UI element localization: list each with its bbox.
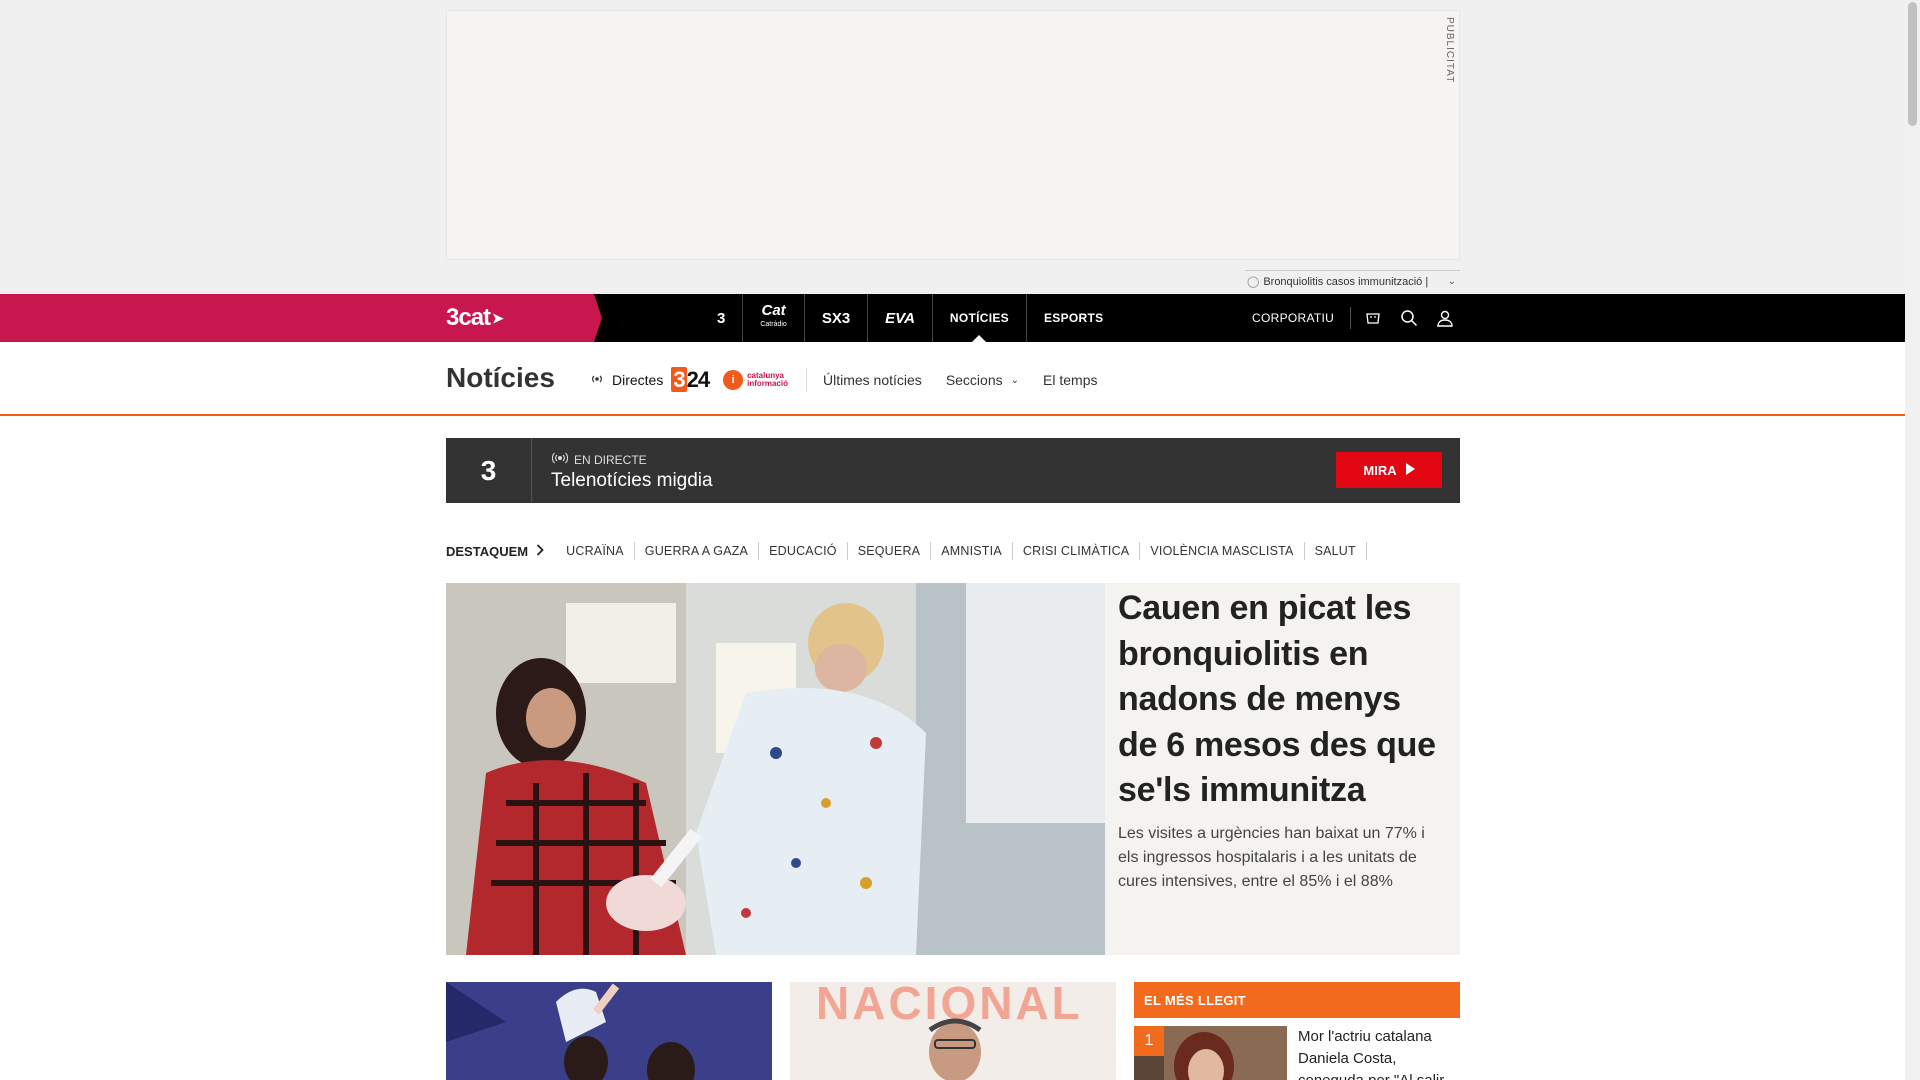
broadcast-icon: [551, 452, 569, 467]
channel-menu: 3 Cat Catràdio SX3 EVA NOTÍCIES ESPORTS: [700, 294, 1120, 342]
section-navigation: Notícies Directes 324 i catalunya inform…: [0, 342, 1905, 416]
most-read-panel: EL MÉS LLEGIT 1 Mor l'actriu catalana Da…: [1134, 982, 1460, 1080]
channel-catradio-logo[interactable]: Cat Catràdio: [743, 294, 805, 342]
most-read-heading: EL MÉS LLEGIT: [1134, 982, 1460, 1018]
channel-sublabel: Catràdio: [760, 321, 787, 328]
topic-crisi-climatica[interactable]: CRISI CLIMÀTICA: [1013, 542, 1141, 560]
nav-seccions-dropdown[interactable]: Seccions ⌄: [946, 372, 1019, 388]
live-tag-label: EN DIRECTE: [574, 452, 647, 467]
ci-mark-icon: i: [723, 370, 744, 390]
nav-ultimes-noticies[interactable]: Últimes notícies: [823, 372, 922, 388]
channel-label: NOTÍCIES: [949, 311, 1009, 325]
corporate-link[interactable]: CORPORATIU: [1240, 307, 1352, 329]
hero-article[interactable]: Cauen en picat les bronquiolitis en nado…: [446, 583, 1460, 955]
live-program-title: Telenotícies migdia: [551, 470, 713, 491]
featured-topics: DESTAQUEM UCRAÏNA GUERRA A GAZA EDUCACIÓ…: [446, 540, 1367, 562]
rank-number: 1: [1134, 1026, 1164, 1056]
section-menu: Directes 324 i catalunya informació Últi…: [590, 366, 1121, 394]
tag-icon: ◯: [1247, 276, 1260, 288]
divider: [806, 368, 807, 392]
chevron-down-icon: ⌄: [1447, 276, 1456, 287]
top-right-tools: CORPORATIU: [1240, 294, 1463, 342]
most-read-thumbnail[interactable]: 1: [1134, 1026, 1287, 1080]
nav-el-temps[interactable]: El temps: [1043, 372, 1097, 388]
live-broadcast-bar[interactable]: 3 EN DIRECTE Telenotícies migdia MIRA: [446, 438, 1460, 503]
chevron-right-icon: [536, 543, 544, 559]
news-card-photo[interactable]: NACIONAL: [790, 982, 1116, 1080]
hero-headline[interactable]: Cauen en picat les bronquiolitis en nado…: [1118, 586, 1448, 814]
nav-noticies[interactable]: NOTÍCIES: [933, 294, 1027, 342]
brand-arrow-icon: ➤: [492, 309, 504, 326]
directes-label: Directes: [612, 372, 664, 388]
topic-educacio[interactable]: EDUCACIÓ: [759, 542, 848, 560]
ad-banner[interactable]: PUBLICITAT: [446, 10, 1460, 260]
top-navigation-bar: 3cat ➤ 3 Cat Catràdio SX3 EVA NOTÍCIES E…: [0, 294, 1905, 342]
3cat24-logo[interactable]: 324: [671, 367, 711, 393]
channel-tv3-logo[interactable]: 3: [700, 294, 744, 342]
hero-subtitle: Les visites a urgències han baixat un 77…: [1118, 824, 1425, 890]
channel-label: ESPORTS: [1043, 311, 1104, 325]
live-indicator: EN DIRECTE: [551, 452, 647, 467]
topic-ucraina[interactable]: UCRAÏNA: [556, 542, 635, 560]
channel-sx3-logo[interactable]: SX3: [805, 294, 869, 342]
play-icon: [1405, 462, 1415, 478]
catalunya-informacio-logo[interactable]: i catalunya informació: [723, 370, 788, 390]
topic-sequera[interactable]: SEQUERA: [848, 542, 932, 560]
topic-guerra-gaza[interactable]: GUERRA A GAZA: [635, 542, 760, 560]
scrollbar-thumb[interactable]: [1908, 2, 1917, 126]
most-read-item[interactable]: 1 Mor l'actriu catalana Daniela Costa, c…: [1134, 1026, 1460, 1080]
page-title[interactable]: Notícies: [446, 362, 555, 394]
logo324-number: 3: [671, 367, 687, 392]
search-icon[interactable]: [1391, 294, 1427, 342]
ci-line2: informació: [747, 379, 788, 388]
3cat-logo[interactable]: 3cat ➤: [446, 304, 504, 332]
news-card-photo[interactable]: [446, 982, 772, 1080]
destaquem-link[interactable]: DESTAQUEM: [446, 544, 544, 559]
brand-zone: [0, 294, 602, 342]
user-icon[interactable]: [1427, 294, 1463, 342]
ad-label: PUBLICITAT: [1444, 17, 1455, 84]
chevron-down-icon: ⌄: [1010, 374, 1020, 386]
hero-text: Cauen en picat les bronquiolitis en nado…: [1118, 583, 1448, 894]
ci-text: catalunya informació: [747, 372, 788, 388]
channel-eva-logo[interactable]: EVA: [868, 294, 933, 342]
brand-logo-text: 3cat: [446, 304, 491, 331]
most-read-title[interactable]: Mor l'actriu catalana Daniela Costa, con…: [1298, 1026, 1458, 1080]
seccions-label: Seccions: [945, 372, 1003, 388]
directes-link[interactable]: Directes: [590, 372, 663, 388]
topic-amnistia[interactable]: AMNISTIA: [931, 542, 1013, 560]
topic-violencia-masclista[interactable]: VIOLÈNCIA MASCLISTA: [1140, 542, 1305, 560]
topic-salut[interactable]: SALUT: [1305, 542, 1367, 560]
ad-tag-text: Bronquiolitis casos immunització |: [1263, 275, 1429, 288]
live-channel-label: 3: [480, 454, 497, 486]
nav-esports[interactable]: ESPORTS: [1027, 294, 1120, 342]
logo324-rest: 24: [686, 367, 711, 392]
channel-label: SX3: [821, 309, 851, 327]
ad-zone: PUBLICITAT ◯ Bronquiolitis casos immunit…: [0, 0, 1905, 294]
broadcast-icon: [590, 372, 604, 388]
channel-label: EVA: [885, 309, 915, 327]
ad-tag-dropdown[interactable]: ◯ Bronquiolitis casos immunització | ⌄: [1245, 270, 1460, 292]
channel-label: 3: [717, 309, 726, 327]
watch-button-label: MIRA: [1363, 462, 1397, 478]
destaquem-label: DESTAQUEM: [446, 543, 529, 559]
page-scrollbar[interactable]: [1905, 0, 1920, 1080]
cart-icon[interactable]: [1355, 294, 1391, 342]
channel-label: Cat: [761, 302, 786, 319]
watch-live-button[interactable]: MIRA: [1336, 452, 1442, 488]
tv3-live-logo: 3: [446, 438, 532, 503]
hero-photo[interactable]: [446, 583, 1105, 955]
